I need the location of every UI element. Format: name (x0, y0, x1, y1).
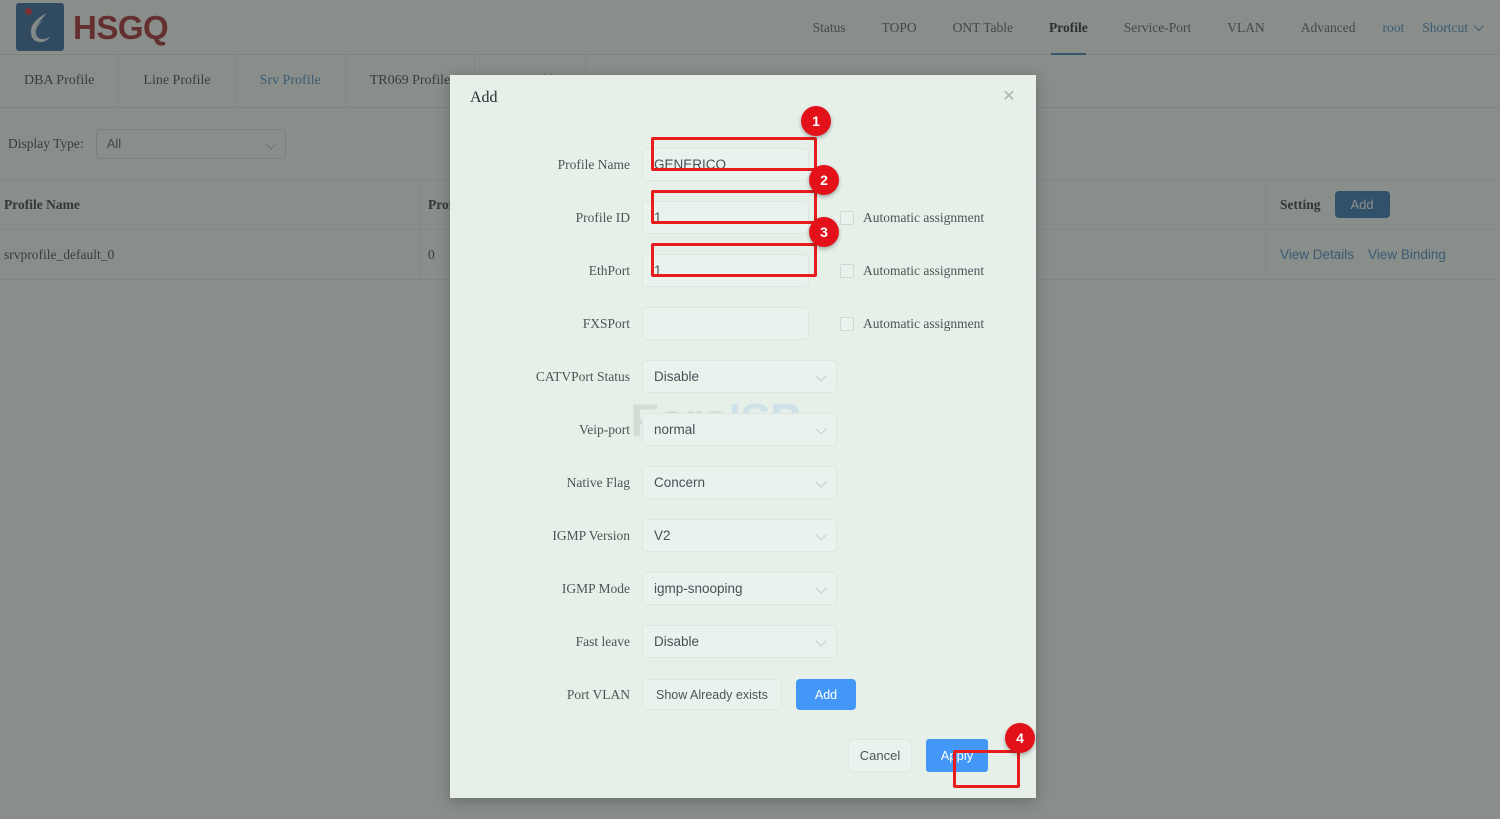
native-flag-value: Concern (654, 475, 706, 490)
field-row-fxsport: FXSPort Automatic assignment (450, 297, 1036, 350)
native-flag-label: Native Flag (566, 474, 630, 490)
profile-id-input[interactable]: 1 (642, 201, 809, 234)
catvport-status-value: Disable (654, 369, 700, 384)
igmp-version-value: V2 (654, 528, 671, 543)
port-vlan-label: Port VLAN (566, 686, 630, 702)
show-already-exists-button[interactable]: Show Already exists (642, 679, 782, 710)
dialog-footer: Cancel Apply (450, 712, 1036, 798)
ethport-input[interactable]: 1 (642, 254, 809, 287)
chevron-down-icon (815, 635, 827, 647)
field-row-veip-port: Veip-port normal (450, 403, 1036, 456)
field-row-native-flag: Native Flag Concern (450, 456, 1036, 509)
field-row-igmp-version: IGMP Version V2 (450, 509, 1036, 562)
fxsport-auto-label: Automatic assignment (863, 315, 985, 331)
igmp-mode-label: IGMP Mode (561, 580, 630, 596)
dialog-header: Add ✕ (450, 75, 1036, 120)
veip-port-value: normal (654, 422, 696, 437)
profile-id-auto-checkbox[interactable]: Automatic assignment (840, 210, 984, 226)
checkbox-icon[interactable] (840, 210, 854, 225)
add-srv-profile-dialog: ForoISP Add ✕ Profile Name GENERICO Prof… (450, 75, 1036, 798)
profile-name-input[interactable]: GENERICO (642, 148, 809, 181)
fxsport-label: FXSPort (582, 315, 630, 331)
catvport-status-select[interactable]: Disable (642, 360, 837, 393)
fast-leave-select[interactable]: Disable (642, 625, 837, 658)
dialog-form: Profile Name GENERICO Profile ID 1 Autom… (450, 120, 1036, 721)
fxsport-input[interactable] (642, 307, 809, 340)
chevron-down-icon (815, 423, 827, 435)
profile-id-auto-label: Automatic assignment (863, 209, 985, 225)
checkbox-icon[interactable] (840, 263, 854, 278)
field-row-profile-name: Profile Name GENERICO (450, 138, 1036, 191)
catvport-status-label: CATVPort Status (535, 368, 630, 384)
fast-leave-value: Disable (654, 634, 700, 649)
native-flag-select[interactable]: Concern (642, 466, 837, 499)
ethport-auto-label: Automatic assignment (863, 262, 985, 278)
ethport-auto-checkbox[interactable]: Automatic assignment (840, 263, 984, 279)
veip-port-label: Veip-port (579, 421, 630, 437)
profile-id-label: Profile ID (575, 209, 630, 225)
apply-button[interactable]: Apply (926, 738, 988, 772)
igmp-mode-select[interactable]: igmp-snooping (642, 572, 837, 605)
close-icon[interactable]: ✕ (1000, 88, 1018, 106)
field-row-catvport-status: CATVPort Status Disable (450, 350, 1036, 403)
field-row-fast-leave: Fast leave Disable (450, 615, 1036, 668)
cancel-button[interactable]: Cancel (848, 738, 912, 772)
checkbox-icon[interactable] (840, 316, 854, 331)
field-row-profile-id: Profile ID 1 Automatic assignment (450, 191, 1036, 244)
profile-name-label: Profile Name (557, 156, 630, 172)
chevron-down-icon (815, 529, 827, 541)
chevron-down-icon (815, 582, 827, 594)
fast-leave-label: Fast leave (575, 633, 630, 649)
veip-port-select[interactable]: normal (642, 413, 837, 446)
dialog-title: Add (470, 88, 498, 106)
igmp-mode-value: igmp-snooping (654, 581, 743, 596)
chevron-down-icon (815, 476, 827, 488)
igmp-version-select[interactable]: V2 (642, 519, 837, 552)
port-vlan-add-button[interactable]: Add (795, 679, 857, 710)
igmp-version-label: IGMP Version (552, 527, 630, 543)
field-row-ethport: EthPort 1 Automatic assignment (450, 244, 1036, 297)
ethport-label: EthPort (588, 262, 630, 278)
field-row-igmp-mode: IGMP Mode igmp-snooping (450, 562, 1036, 615)
chevron-down-icon (815, 370, 827, 382)
fxsport-auto-checkbox[interactable]: Automatic assignment (840, 316, 984, 332)
